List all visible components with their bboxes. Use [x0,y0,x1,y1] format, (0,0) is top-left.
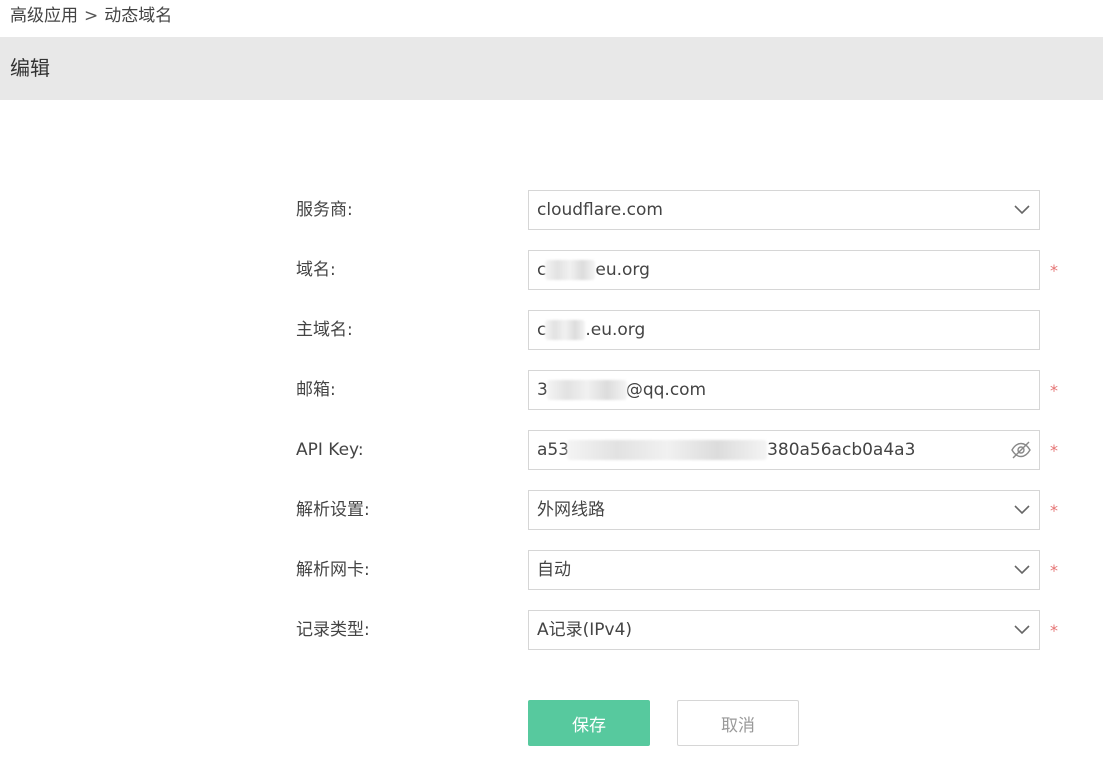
required-mark: * [1050,381,1058,400]
email-label: 邮箱: [296,380,336,400]
redacted-blur [567,440,767,460]
record-type-select[interactable]: A记录(IPv4) [528,610,1040,650]
redacted-blur [545,320,585,340]
main-domain-row: 主域名: c .eu.org [0,310,1103,350]
record-type-label: 记录类型: [296,620,370,640]
domain-label: 域名: [296,260,336,280]
required-mark: * [1050,561,1058,580]
api-key-value-prefix: a53 [537,440,570,460]
main-domain-value-suffix: .eu.org [585,320,646,340]
resolve-setting-value: 外网线路 [537,500,605,520]
email-value-suffix: @qq.com [625,380,707,400]
chevron-down-icon [1014,625,1030,635]
main-domain-input[interactable]: c .eu.org [528,310,1040,350]
provider-select[interactable]: cloudflare.com [528,190,1040,230]
cancel-button[interactable]: 取消 [677,700,799,746]
resolve-nic-value: 自动 [537,560,571,580]
resolve-nic-select[interactable]: 自动 [528,550,1040,590]
api-key-label: API Key: [296,440,364,460]
provider-row: 服务商: cloudflare.com [0,190,1103,230]
record-type-value: A记录(IPv4) [537,620,633,640]
record-type-row: 记录类型: A记录(IPv4) * [0,610,1103,650]
breadcrumb-current: 动态域名 [104,6,173,26]
required-mark: * [1050,621,1058,640]
redacted-blur [545,260,595,280]
panel-header: 编辑 [0,37,1103,100]
email-field[interactable]: 3 @qq.com [528,370,1040,410]
domain-input[interactable]: c eu.org [528,250,1040,290]
resolve-setting-label: 解析设置: [296,500,370,520]
domain-value-suffix: eu.org [595,260,650,280]
api-key-row: API Key: a53 380a56acb0a4a3 * [0,430,1103,470]
required-mark: * [1050,501,1058,520]
breadcrumb-separator: > [84,6,99,26]
required-mark: * [1050,441,1058,460]
api-key-value-suffix: 380a56acb0a4a3 [767,440,916,460]
required-mark: * [1050,261,1058,280]
email-row: 邮箱: 3 @qq.com * [0,370,1103,410]
chevron-down-icon [1014,205,1030,215]
api-key-input[interactable]: a53 380a56acb0a4a3 [528,430,1040,470]
main-domain-label: 主域名: [296,320,353,340]
chevron-down-icon [1014,565,1030,575]
save-button[interactable]: 保存 [528,700,650,746]
breadcrumb: 高级应用 > 动态域名 [10,5,172,27]
resolve-nic-label: 解析网卡: [296,560,370,580]
resolve-nic-row: 解析网卡: 自动 * [0,550,1103,590]
breadcrumb-parent[interactable]: 高级应用 [10,6,78,26]
redacted-blur [547,380,627,400]
resolve-setting-row: 解析设置: 外网线路 * [0,490,1103,530]
provider-label: 服务商: [296,200,353,220]
provider-value: cloudflare.com [537,200,663,220]
page-title: 编辑 [10,56,50,80]
chevron-down-icon [1014,505,1030,515]
resolve-setting-select[interactable]: 外网线路 [528,490,1040,530]
domain-row: 域名: c eu.org * [0,250,1103,290]
eye-off-icon[interactable] [1010,440,1032,460]
